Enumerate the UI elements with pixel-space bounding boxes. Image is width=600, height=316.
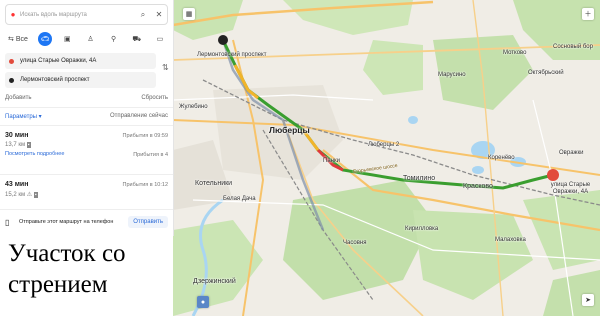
phone-icon: ▯ <box>5 217 10 227</box>
mode-all-label: Все <box>15 35 28 43</box>
map-label-motovo: Мотково <box>503 50 527 56</box>
map-label-lermontovsky: Лермонтовский проспект <box>197 52 267 58</box>
location-icon: ➤ <box>585 297 591 304</box>
toll-icon: ▪ <box>26 142 31 148</box>
params-dropdown[interactable]: Параметры ▾ <box>5 113 42 120</box>
warning-icon: ⚠ <box>26 192 33 198</box>
route-actions: Добавить Сбросить <box>5 95 168 101</box>
map-label-panki: Панки <box>323 158 340 164</box>
end-marker[interactable] <box>547 169 559 181</box>
route-panel: ● Искать вдоль маршрута ⌕ ✕ ⇆ Все 🚗︎ ▣ ♙ … <box>0 0 174 236</box>
location-button[interactable]: ➤ <box>582 294 594 306</box>
chevron-down-icon: ▾ <box>38 114 42 120</box>
caption-text: Участок со стрением <box>8 238 126 300</box>
mode-scooter[interactable]: ⛟ <box>129 32 145 46</box>
route-option-1[interactable]: 30 мин Прибытия в 09:59 13,7 км ▪ Посмот… <box>5 132 169 158</box>
mode-car[interactable]: 🚗︎ <box>38 32 53 46</box>
plus-icon: ＋ <box>584 11 592 18</box>
mode-bus[interactable]: ▣ <box>59 32 75 46</box>
route-arrival: Прибытия в 10:12 <box>122 182 169 188</box>
map-label-tomilino: Томилино <box>403 175 436 182</box>
map-label-romanovo: Сосновый бор <box>553 44 593 50</box>
params-label: Параметры <box>5 114 37 120</box>
close-button[interactable]: ✕ <box>151 10 167 19</box>
map-label-zhulebino: Жулебино <box>179 104 208 110</box>
layers-icon: ▦ <box>185 11 193 18</box>
route-distance: 15,2 км ⚠ ▪ <box>5 191 168 198</box>
zoom-in-button[interactable]: ＋ <box>582 8 594 20</box>
map-label-belaya-dacha: Белая Дача <box>223 196 256 202</box>
person-icon: ● <box>200 298 206 306</box>
scooter-icon: ⛟ <box>132 35 142 43</box>
route-point-from[interactable]: улица Старые Овражки, 4А <box>5 53 156 69</box>
search-bar[interactable]: ● Искать вдоль маршрута ⌕ ✕ <box>5 4 168 25</box>
street-view-button[interactable]: ● <box>197 296 209 308</box>
divider <box>0 209 173 210</box>
divider <box>0 107 173 108</box>
map-label-kotelniki: Котельники <box>195 180 233 187</box>
caption-line-2: стрением <box>8 271 108 298</box>
mode-bike[interactable]: ⚲ <box>106 32 122 46</box>
search-input[interactable]: Искать вдоль маршрута <box>20 12 135 18</box>
toll-icon: ▪ <box>33 192 38 198</box>
all-modes-icon: ⇆ <box>8 36 14 43</box>
map-label-oktyabrsky: Октябрьский <box>528 70 564 76</box>
forest-area <box>363 40 423 95</box>
map-canvas[interactable] <box>173 0 600 316</box>
bus-icon: ▣ <box>63 36 71 43</box>
add-point-button[interactable]: Добавить <box>5 95 32 101</box>
divider <box>0 125 173 126</box>
search-button[interactable]: ⌕ <box>135 10 151 20</box>
route-distance-value: 13,7 км <box>5 142 26 148</box>
close-icon: ✕ <box>155 10 163 19</box>
to-label: Лермонтовский проспект <box>20 77 90 83</box>
caption-line-1: Участок со <box>8 240 126 267</box>
route-option-2[interactable]: 43 мин Прибытия в 10:12 15,2 км ⚠ ▪ <box>5 181 168 198</box>
bike-icon: ⚲ <box>111 36 117 43</box>
send-text: Отправьте этот маршрут на телефон <box>19 218 114 225</box>
mode-taxi[interactable]: ▭ <box>152 32 168 46</box>
map-label-korenevo: Коренёво <box>488 155 515 161</box>
map-label-marusino: Марусино <box>438 72 466 78</box>
divider <box>0 174 173 175</box>
swap-icon: ⇅ <box>162 63 169 72</box>
route-arrival: Прибытия в 09:59 <box>122 133 169 139</box>
params-row: Параметры ▾ Отправление сейчас <box>5 113 168 120</box>
lake <box>472 166 484 174</box>
reset-button[interactable]: Сбросить <box>141 95 168 101</box>
map-label-lyubertsy2: Люберцы 2 <box>368 142 400 148</box>
departure-time[interactable]: Отправление сейчас <box>110 113 168 120</box>
car-icon: 🚗︎ <box>40 36 50 43</box>
route-incidents: Прибытия в 4 <box>133 152 168 158</box>
taxi-icon: ▭ <box>156 36 164 43</box>
route-distance: 13,7 км ▪ <box>5 142 168 148</box>
start-marker[interactable] <box>218 35 228 45</box>
send-button[interactable]: Отправить <box>128 216 168 228</box>
route-distance-value: 15,2 км <box>5 192 26 198</box>
mode-walk[interactable]: ♙ <box>82 32 98 46</box>
map-label-kirillovka: Кирилловка <box>405 226 439 232</box>
route-point-to[interactable]: Лермонтовский проспект <box>5 72 156 88</box>
location-pin-icon: ● <box>10 10 16 19</box>
map-label-ovrazhki: Овражки <box>559 150 584 156</box>
map-label-dzerzhinsky: Дзержинский <box>193 278 236 285</box>
from-dot-icon <box>9 58 14 64</box>
transport-modes: ⇆ Все 🚗︎ ▣ ♙ ⚲ ⛟ ▭ <box>5 31 168 47</box>
map[interactable]: Лермонтовский проспект Люберцы Котельник… <box>173 0 600 316</box>
layers-button[interactable]: ▦ <box>183 8 195 20</box>
map-label-chasovnya: Часовня <box>343 240 367 246</box>
lake <box>408 116 418 124</box>
map-label-destination: улица Старые Овражки, 4А <box>550 182 591 195</box>
map-label-malakhovka: Малаховка <box>495 237 526 243</box>
to-dot-icon <box>9 77 14 83</box>
mode-all[interactable]: ⇆ Все <box>5 32 31 46</box>
search-icon: ⌕ <box>140 9 146 19</box>
swap-button[interactable]: ⇅ <box>162 63 169 72</box>
from-label: улица Старые Овражки, 4А <box>20 58 97 64</box>
map-label-lyubertsy: Люберцы <box>269 125 310 135</box>
walk-icon: ♙ <box>87 36 94 43</box>
map-label-kraskovo: Красково <box>463 183 493 190</box>
send-to-phone: ▯ Отправьте этот маршрут на телефон Отпр… <box>5 213 168 231</box>
